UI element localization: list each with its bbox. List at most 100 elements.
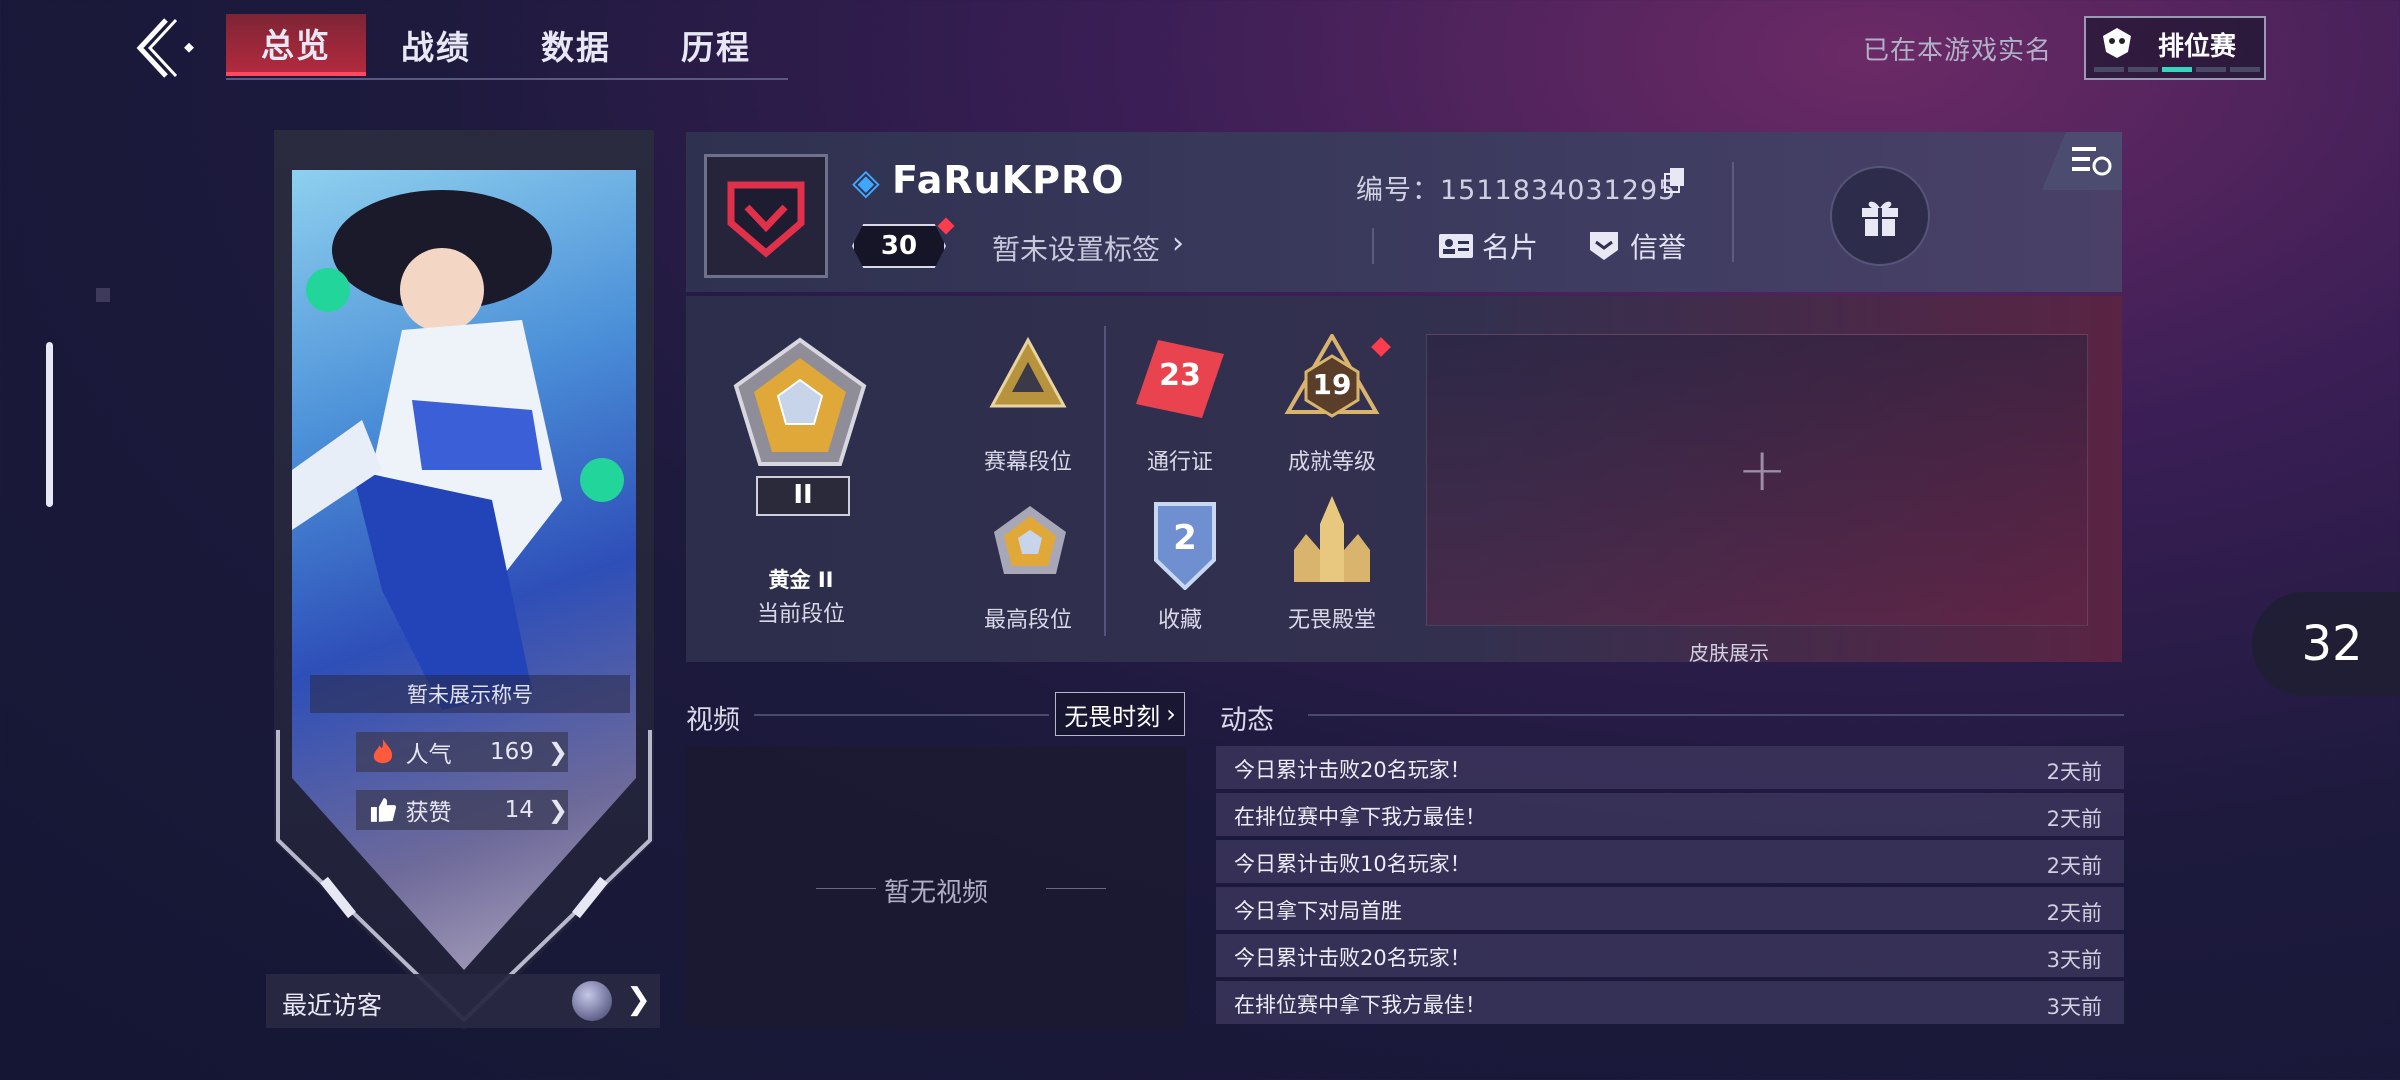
feed-item[interactable]: 今日累计击败20名玩家！ 2天前: [1216, 746, 2124, 789]
ranked-paw-icon: [2103, 28, 2131, 58]
chevron-right-icon[interactable]: ›: [1172, 226, 1184, 261]
highest-rank-emblem[interactable]: [990, 502, 1070, 582]
collection-label: 收藏: [1157, 608, 1202, 633]
side-drawer-handle[interactable]: [46, 342, 53, 507]
current-rank-name: 黄金 II: [768, 568, 834, 592]
ranked-mode-button[interactable]: 排位赛: [2084, 16, 2266, 80]
season-rank-label: 赛幕段位: [983, 450, 1072, 475]
divider: [1372, 228, 1374, 264]
likes-value: 14: [504, 797, 534, 823]
collection-badge[interactable]: 2: [1150, 500, 1220, 591]
divider: [1732, 162, 1734, 262]
activity-feed: 今日累计击败20名玩家！ 2天前 在排位赛中拿下我方最佳！ 2天前 今日累计击败10…: [1216, 746, 2124, 1028]
chevron-right-icon: ›: [1166, 700, 1176, 728]
feed-item[interactable]: 在排位赛中拿下我方最佳！ 2天前: [1216, 793, 2124, 836]
feed-item-time: 2天前: [2046, 901, 2102, 925]
reputation-button[interactable]: 信誉: [1586, 226, 1686, 266]
feed-section-title: 动态: [1220, 705, 1274, 736]
ranked-label: 排位赛: [2158, 32, 2237, 62]
feed-item-text: 今日累计击败20名玩家！: [1234, 946, 1471, 970]
achievement-value: 19: [1312, 368, 1352, 401]
recent-visitors-label: 最近访客: [282, 991, 383, 1020]
feed-item[interactable]: 今日拿下对局首胜 2天前: [1216, 887, 2124, 930]
divider: [754, 714, 1049, 716]
title-plate: 暂未展示称号: [310, 675, 630, 713]
pass-value: 23: [1159, 358, 1201, 393]
player-tagline[interactable]: 暂未设置标签: [992, 228, 1160, 268]
recent-visitors[interactable]: 最近访客 ❯: [266, 974, 660, 1028]
gift-icon: [1862, 201, 1898, 236]
page-number: 32: [2252, 592, 2400, 696]
back-icon: [136, 18, 194, 78]
thumb-up-icon: [370, 798, 397, 822]
highest-rank-label: 最高段位: [983, 608, 1072, 633]
fearless-moment-button[interactable]: 无畏时刻 ›: [1055, 692, 1185, 736]
divider: [1046, 888, 1106, 889]
player-nickname: FaRuKPRO: [892, 158, 1125, 202]
verified-diamond-icon: ◈: [852, 162, 880, 203]
top-tabs: 总览 战绩 数据 历程: [226, 14, 788, 80]
profile-card: ◈ FaRuKPRO 30 暂未设置标签 › 编号：1511834031295 …: [686, 132, 2122, 292]
feed-item-time: 3天前: [2046, 948, 2102, 972]
likes-label: 获赞: [405, 800, 452, 826]
divider: [1308, 714, 2124, 716]
copy-icon[interactable]: [1664, 168, 1686, 194]
current-rank-label: 当前段位: [756, 602, 845, 627]
hero-banner[interactable]: [274, 130, 654, 1030]
current-rank-emblem[interactable]: [730, 336, 870, 476]
divider: [1104, 326, 1106, 636]
settings-list-button[interactable]: [2042, 132, 2122, 190]
skin-showcase-label: 皮肤展示: [1689, 641, 1769, 665]
collection-value: 2: [1173, 518, 1197, 558]
tab-data[interactable]: 数据: [506, 14, 646, 76]
feed-item-text: 今日累计击败10名玩家！: [1234, 852, 1471, 876]
ranks-panel: II 黄金 II 当前段位 赛幕段位 最高段位 23 通行证 2 收藏 19 成…: [686, 296, 2122, 665]
popularity-stat[interactable]: 人气 169 ❯: [356, 732, 568, 772]
hall-of-fame-icon[interactable]: [1286, 494, 1378, 588]
video-section-title: 视频: [686, 705, 740, 736]
likes-stat[interactable]: 获赞 14 ❯: [356, 790, 568, 830]
ranked-progress: [2094, 67, 2260, 72]
fearless-moment-label: 无畏时刻: [1064, 702, 1161, 731]
avatar-emblem: [727, 181, 805, 258]
player-avatar[interactable]: [704, 154, 828, 278]
feed-item-time: 2天前: [2046, 807, 2102, 831]
feed-item-time: 2天前: [2046, 854, 2102, 878]
achievement-badge[interactable]: 19: [1284, 332, 1380, 424]
chevron-right-icon: ❯: [547, 738, 568, 766]
chevron-right-icon: ❯: [547, 796, 568, 824]
player-id: 编号：1511834031295: [1356, 175, 1677, 206]
feed-item-time: 3天前: [2046, 995, 2102, 1019]
notification-dot: [937, 217, 955, 235]
tab-history[interactable]: 历程: [646, 14, 786, 76]
hall-label: 无畏殿堂: [1287, 608, 1376, 633]
reputation-label: 信誉: [1630, 231, 1687, 264]
feed-item-text: 在排位赛中拿下我方最佳！: [1234, 993, 1486, 1017]
card-icon: [1439, 234, 1473, 258]
season-rank-emblem[interactable]: [988, 336, 1068, 416]
add-icon: +: [1737, 435, 1788, 505]
tab-overview[interactable]: 总览: [226, 14, 366, 76]
visitor-avatar[interactable]: [572, 981, 612, 1021]
player-level: 30: [852, 224, 946, 268]
no-video-text: 暂无视频: [884, 878, 989, 908]
pass-badge[interactable]: 23: [1136, 340, 1224, 418]
gift-button[interactable]: [1830, 166, 1930, 266]
feed-item[interactable]: 今日累计击败20名玩家！ 3天前: [1216, 934, 2124, 977]
feed-item[interactable]: 今日累计击败10名玩家！ 2天前: [1216, 840, 2124, 883]
tab-record[interactable]: 战绩: [366, 14, 506, 76]
achievement-label: 成就等级: [1287, 450, 1376, 475]
pass-label: 通行证: [1146, 450, 1213, 475]
popularity-label: 人气: [405, 742, 452, 768]
feed-item[interactable]: 在排位赛中拿下我方最佳！ 3天前: [1216, 981, 2124, 1024]
skin-showcase[interactable]: + 皮肤展示: [1426, 334, 2088, 665]
popularity-value: 169: [489, 739, 534, 765]
name-card-label: 名片: [1482, 231, 1539, 264]
shield-icon: [1590, 232, 1618, 260]
divider: [816, 888, 876, 889]
name-card-button[interactable]: 名片: [1438, 226, 1538, 266]
feed-item-text: 在排位赛中拿下我方最佳！: [1234, 805, 1486, 829]
decorative-square: [96, 288, 110, 302]
realname-status: 已在本游戏实名: [1862, 36, 2052, 66]
back-button[interactable]: [130, 16, 200, 80]
